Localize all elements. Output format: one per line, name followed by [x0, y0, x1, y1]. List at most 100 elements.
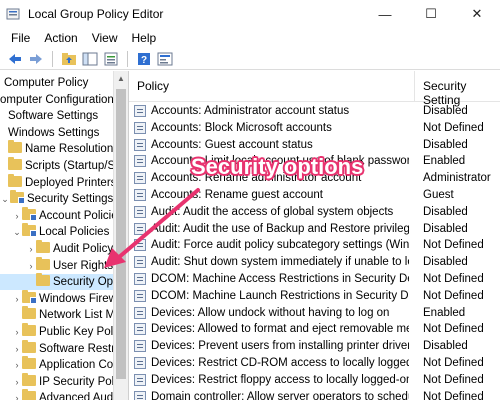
folder-icon: [22, 356, 36, 370]
folder-icon: [22, 339, 36, 353]
properties-button[interactable]: [156, 50, 174, 68]
menu-view[interactable]: View: [85, 31, 125, 45]
tree-vertical-scrollbar[interactable]: ▲: [113, 71, 128, 400]
security-setting-value: Disabled: [423, 340, 468, 353]
forward-button[interactable]: [27, 50, 45, 68]
column-divider[interactable]: [414, 71, 415, 101]
policy-row[interactable]: Audit: Force audit policy subcategory se…: [129, 237, 500, 254]
chevron-right-icon[interactable]: ›: [12, 357, 22, 373]
tree-item-label: Audit Policy: [53, 243, 114, 255]
policy-row[interactable]: Devices: Restrict CD-ROM access to local…: [129, 355, 500, 372]
tree-item[interactable]: › Audit Policy: [0, 240, 128, 257]
tree-item[interactable]: › Account Policies: [0, 206, 125, 224]
tree-item[interactable]: Network List Mar: [0, 306, 128, 323]
chevron-down-icon[interactable]: ⌄: [12, 224, 22, 240]
tree-item-label: Advanced Audit: [39, 392, 119, 400]
tree-item[interactable]: › IP Security Polici: [0, 372, 125, 390]
menu-action[interactable]: Action: [37, 31, 84, 45]
tree-item[interactable]: › Advanced Audit: [0, 389, 125, 400]
policy-row[interactable]: Devices: Allow undock without having to …: [129, 305, 500, 322]
menu-help[interactable]: Help: [125, 31, 164, 45]
folder-icon: [8, 157, 22, 170]
folder-icon: [8, 140, 22, 154]
chevron-right-icon[interactable]: ›: [26, 258, 36, 274]
tree-item[interactable]: Computer Policy: [0, 75, 117, 91]
help-icon: ?: [138, 52, 150, 66]
minimize-button[interactable]: —: [362, 0, 408, 28]
tree-item-label: User Rights: [53, 259, 114, 272]
folder-icon: [22, 323, 36, 336]
policy-row[interactable]: Accounts: Block Microsoft accounts Not De…: [129, 120, 500, 137]
security-setting-value: Not Defined: [423, 390, 484, 400]
tree-item[interactable]: › User Rights: [0, 256, 128, 274]
policy-row[interactable]: Accounts: Guest account status Disabled: [129, 137, 500, 154]
policy-row[interactable]: Domain controller: Allow server operator…: [129, 389, 500, 400]
chevron-right-icon[interactable]: ›: [12, 374, 22, 390]
scroll-up-arrow-icon[interactable]: ▲: [117, 74, 125, 83]
console-tree-icon: [82, 52, 98, 65]
policy-name: Accounts: Administrator account status: [151, 105, 350, 117]
security-setting-value: Administrator: [423, 172, 491, 185]
tree-item[interactable]: › Application Cont: [0, 356, 125, 373]
menu-file[interactable]: File: [4, 31, 37, 45]
chevron-down-icon[interactable]: ⌄: [0, 191, 10, 207]
policy-setting-icon: [134, 105, 146, 117]
chevron-right-icon[interactable]: ›: [12, 208, 22, 224]
window-title: Local Group Policy Editor: [28, 7, 164, 21]
policy-name: Accounts: Guest account status: [151, 138, 313, 151]
policy-name: DCOM: Machine Launch Restrictions in Sec…: [151, 289, 409, 302]
policy-row[interactable]: Accounts: Administrator account status Di…: [129, 103, 500, 120]
up-folder-button[interactable]: [60, 50, 78, 68]
chevron-right-icon[interactable]: ›: [12, 324, 22, 340]
tree-item[interactable]: Windows Settings: [0, 125, 121, 141]
chevron-right-icon[interactable]: ›: [12, 341, 22, 357]
chevron-right-icon[interactable]: ›: [12, 390, 22, 400]
policy-row[interactable]: Audit: Shut down system immediately if u…: [129, 254, 500, 271]
policy-setting-icon: [134, 189, 146, 201]
policy-row[interactable]: Audit: Audit the access of global system…: [129, 204, 500, 221]
security-setting-value: Disabled: [423, 256, 468, 269]
tree-item[interactable]: ⌄ Local Policies: [0, 223, 125, 240]
tree-item[interactable]: Deployed Printers: [0, 173, 121, 191]
close-button[interactable]: ✕: [454, 0, 500, 28]
help-button[interactable]: ?: [135, 50, 153, 68]
tree-item[interactable]: › Public Key Polici: [0, 323, 125, 340]
policy-row[interactable]: Devices: Prevent users from installing p…: [129, 338, 500, 355]
tree-item[interactable]: omputer Configuration: [0, 92, 114, 108]
column-header-policy[interactable]: Policy: [137, 79, 169, 93]
policy-row[interactable]: Devices: Restrict floppy access to local…: [129, 372, 500, 389]
toolbar: ?: [0, 48, 500, 70]
tree-item-label: Local Policies: [39, 226, 110, 239]
back-button[interactable]: [6, 50, 24, 68]
show-hide-tree-button[interactable]: [81, 50, 99, 68]
policy-row[interactable]: DCOM: Machine Access Restrictions in Sec…: [129, 271, 500, 288]
policy-row[interactable]: Accounts: Rename guest account Guest: [129, 187, 500, 204]
policy-list: Policy Security Setting Accounts: Admini…: [129, 71, 500, 400]
tree-item[interactable]: › Windows Firewal: [0, 289, 126, 307]
policy-row[interactable]: Devices: Allowed to format and eject rem…: [129, 321, 500, 338]
security-setting-value: Guest: [423, 189, 454, 201]
tree-scroll-thumb[interactable]: [116, 89, 126, 379]
export-list-button[interactable]: [102, 50, 120, 68]
tree-item[interactable]: Software Settings: [0, 108, 121, 124]
chevron-right-icon[interactable]: ›: [12, 291, 22, 307]
tree-item-label: Application Cont: [39, 359, 123, 372]
tree-item[interactable]: Security Optio: [0, 273, 128, 291]
tree-item[interactable]: Scripts (Startup/Shut: [0, 157, 128, 174]
policy-name: Audit: Force audit policy subcategory se…: [151, 239, 409, 252]
toolbar-separator: [127, 50, 128, 67]
forward-arrow-icon: [30, 53, 42, 64]
policy-row[interactable]: DCOM: Machine Launch Restrictions in Sec…: [129, 288, 500, 305]
tree-item[interactable]: ⌄ Security Settings: [0, 190, 113, 207]
tree-item-label: Software Settings: [8, 110, 99, 123]
properties-icon: [157, 52, 173, 65]
chevron-right-icon[interactable]: ›: [26, 241, 36, 257]
tree-item[interactable]: Name Resolution Po: [0, 140, 128, 157]
tree-item[interactable]: › Software Restrict: [0, 339, 127, 357]
security-setting-value: Enabled: [423, 155, 466, 168]
menu-bar: File Action View Help: [0, 28, 500, 48]
policy-name: Audit: Shut down system immediately if u…: [151, 256, 409, 269]
policy-row[interactable]: Audit: Audit the use of Backup and Resto…: [129, 221, 500, 238]
maximize-button[interactable]: ☐: [408, 0, 454, 28]
policy-setting-icon: [134, 155, 146, 168]
